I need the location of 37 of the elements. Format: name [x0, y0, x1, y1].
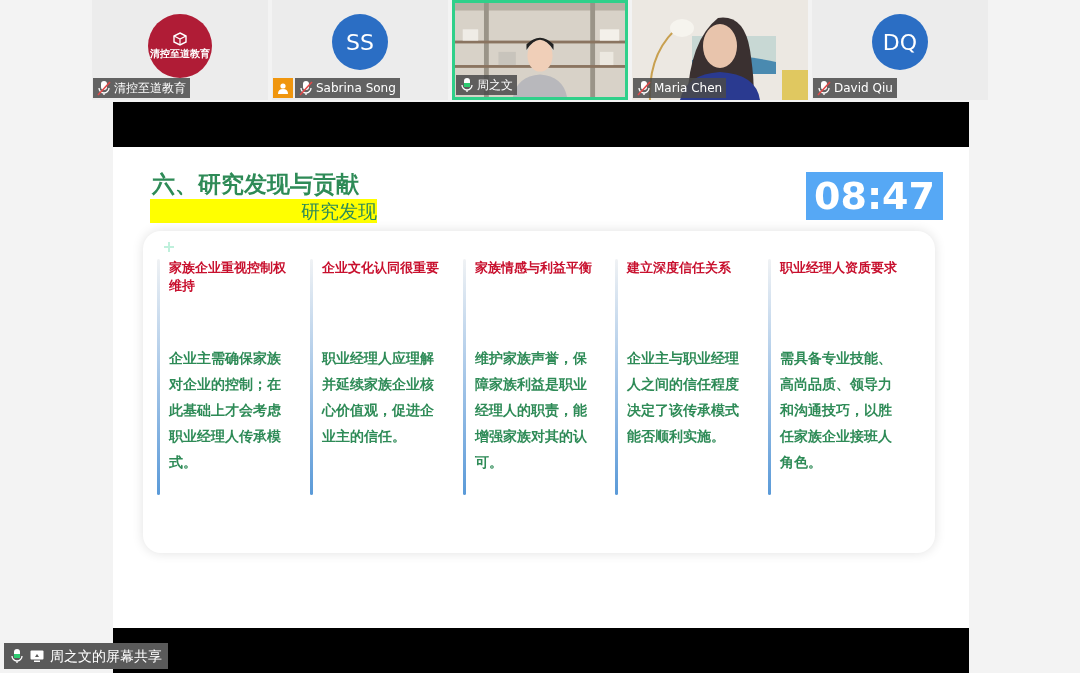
slide-subtitle: 研究发现 [150, 199, 377, 223]
person-icon [273, 78, 293, 98]
participant-tile[interactable]: 清控至道教育 清控至道教育 [92, 0, 268, 100]
participant-tile[interactable]: SS Sabrina Song [272, 0, 448, 100]
muted-mic-icon [299, 80, 313, 96]
column-heading: 家族企业重视控制权维持 [169, 259, 287, 295]
column-body: 企业主需确保家族对企业的控制；在此基础上才会考虑职业经理人传承模式。 [169, 349, 282, 472]
share-label-text: 周之文的屏幕共享 [50, 646, 162, 666]
participant-name: Sabrina Song [316, 80, 396, 97]
participant-tile[interactable]: DQ David Qiu [812, 0, 988, 100]
avatar: SS [332, 14, 388, 70]
participant-name: David Qiu [834, 80, 893, 97]
column-heading: 职业经理人资质要求 [780, 259, 899, 277]
participant-tile[interactable]: 周之文 [452, 0, 628, 100]
mic-icon [10, 648, 24, 664]
column-heading: 企业文化认同很重要 [321, 259, 440, 277]
slide-title: 六、研究发现与贡献 [151, 170, 360, 199]
plus-icon [164, 242, 174, 252]
column-body: 企业主与职业经理人之间的信任程度决定了该传承模式能否顺利实施。 [627, 349, 741, 446]
timer: 08:47 [806, 172, 943, 220]
column-heading: 家族情感与利益平衡 [474, 259, 593, 277]
muted-mic-icon [817, 80, 831, 96]
avatar: DQ [872, 14, 928, 70]
column-body: 维护家族声誉，保障家族利益是职业经理人的职责，能增强家族对其的认可。 [474, 349, 588, 472]
screen-icon [30, 650, 44, 662]
participant-name: 清控至道教育 [114, 80, 186, 97]
muted-mic-icon [637, 80, 651, 96]
mic-icon [460, 77, 474, 93]
muted-mic-icon [97, 80, 111, 96]
cube-icon [173, 32, 187, 46]
participant-name: 周之文 [477, 77, 513, 94]
logo-text: 清控至道教育 [150, 48, 210, 60]
column-heading: 建立深度信任关系 [627, 259, 733, 277]
participant-name: Maria Chen [654, 80, 723, 97]
column-body: 需具备专业技能、高尚品质、领导力和沟通技巧，以胜任家族企业接班人角色。 [780, 349, 894, 472]
participant-tile[interactable]: Maria Chen [632, 0, 808, 100]
column-body: 职业经理人应理解并延续家族企业核心价值观，促进企业主的信任。 [321, 349, 435, 446]
